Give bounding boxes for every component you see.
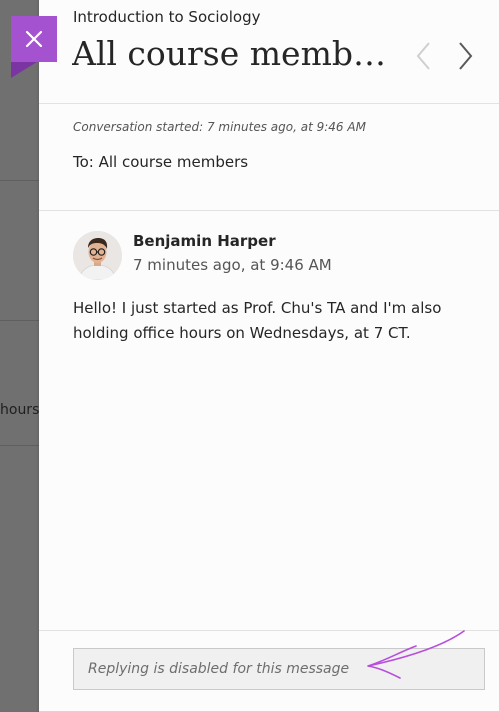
close-button-fold — [11, 62, 37, 78]
message-body: Hello! I just started as Prof. Chu's TA … — [73, 299, 442, 342]
background-partial-text: hours — [0, 402, 40, 418]
recipients-divider — [39, 210, 499, 211]
close-button[interactable] — [11, 16, 57, 62]
reply-divider — [39, 630, 499, 631]
avatar — [73, 231, 122, 280]
conversation-started: Conversation started: 7 minutes ago, at … — [73, 120, 366, 134]
author-name: Benjamin Harper — [133, 232, 276, 250]
message-timestamp: 7 minutes ago, at 9:46 AM — [133, 256, 332, 274]
background-divider — [0, 320, 40, 321]
close-icon — [25, 30, 43, 48]
course-title: Introduction to Sociology — [73, 8, 261, 26]
background-divider — [0, 180, 40, 181]
next-button[interactable] — [454, 40, 478, 72]
avatar-photo — [73, 231, 122, 280]
reply-input[interactable] — [73, 648, 485, 690]
header-divider — [39, 103, 499, 104]
background-course-list — [0, 0, 40, 712]
conversation-panel — [39, 0, 500, 712]
previous-button[interactable] — [412, 40, 436, 72]
chevron-left-icon — [416, 42, 430, 70]
background-divider — [0, 445, 40, 446]
chevron-right-icon — [459, 42, 473, 70]
page-title: All course membe... — [72, 34, 402, 73]
recipients: To: All course members — [73, 153, 249, 171]
